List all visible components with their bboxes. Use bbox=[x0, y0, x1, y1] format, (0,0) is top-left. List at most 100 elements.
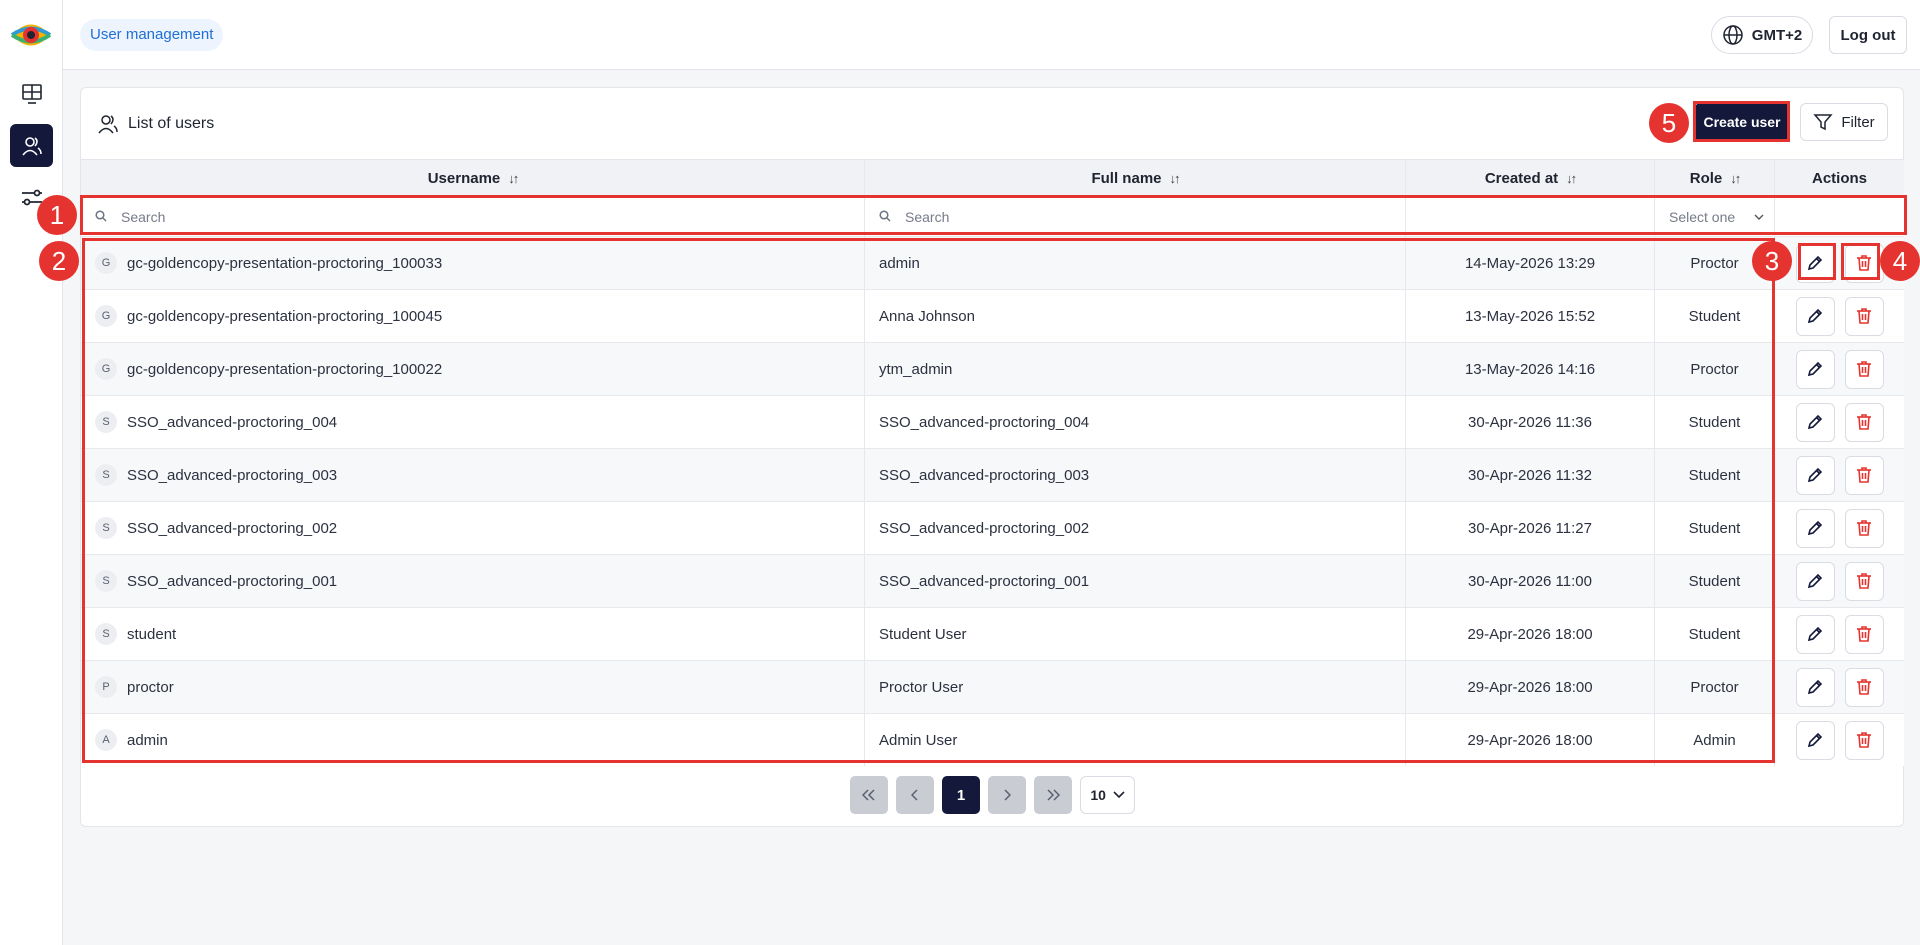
first-page-button[interactable] bbox=[850, 776, 888, 814]
top-bar: User management GMT+2 Log out bbox=[63, 0, 1920, 70]
edit-button[interactable] bbox=[1795, 720, 1835, 760]
create-user-button[interactable]: Create user bbox=[1695, 103, 1789, 141]
username-text: SSO_advanced-proctoring_001 bbox=[127, 572, 338, 590]
username-cell: Ggc-goldencopy-presentation-proctoring_1… bbox=[81, 290, 865, 342]
delete-button[interactable] bbox=[1844, 720, 1884, 760]
column-role[interactable]: Role ↓↑ bbox=[1655, 160, 1775, 196]
username-search-input[interactable]: Search bbox=[81, 197, 865, 236]
table-row: Aadmin Admin User 29-Apr-2026 18:00 Admin bbox=[81, 713, 1904, 766]
full-name-cell: SSO_advanced-proctoring_004 bbox=[865, 396, 1406, 448]
avatar: S bbox=[95, 517, 117, 539]
role-select[interactable]: Select one bbox=[1655, 197, 1775, 236]
delete-button[interactable] bbox=[1844, 561, 1884, 601]
role-select-placeholder: Select one bbox=[1669, 208, 1736, 225]
created-at-cell: 30-Apr-2026 11:27 bbox=[1406, 502, 1655, 554]
username-text: SSO_advanced-proctoring_004 bbox=[127, 413, 338, 431]
trash-icon bbox=[1855, 519, 1873, 537]
edit-button[interactable] bbox=[1795, 614, 1835, 654]
edit-button[interactable] bbox=[1795, 349, 1835, 389]
pencil-icon bbox=[1806, 572, 1824, 590]
actions-cell bbox=[1775, 449, 1904, 501]
current-page-button[interactable]: 1 bbox=[942, 776, 980, 814]
trash-icon bbox=[1855, 360, 1873, 378]
edit-button[interactable] bbox=[1795, 243, 1835, 283]
sidebar-item-monitoring[interactable] bbox=[10, 72, 53, 115]
timezone-button[interactable]: GMT+2 bbox=[1711, 16, 1813, 54]
full-name-cell: Anna Johnson bbox=[865, 290, 1406, 342]
role-cell: Student bbox=[1655, 290, 1775, 342]
edit-button[interactable] bbox=[1795, 561, 1835, 601]
users-icon bbox=[21, 136, 42, 156]
delete-button[interactable] bbox=[1844, 614, 1884, 654]
column-created-at[interactable]: Created at ↓↑ bbox=[1406, 160, 1655, 196]
pencil-icon bbox=[1806, 307, 1824, 325]
pencil-icon bbox=[1806, 466, 1824, 484]
role-cell: Student bbox=[1655, 555, 1775, 607]
avatar: G bbox=[95, 305, 117, 327]
created-at-cell: 29-Apr-2026 18:00 bbox=[1406, 608, 1655, 660]
delete-button[interactable] bbox=[1844, 402, 1884, 442]
delete-button[interactable] bbox=[1844, 508, 1884, 548]
trash-icon bbox=[1855, 413, 1873, 431]
delete-button[interactable] bbox=[1844, 667, 1884, 707]
username-cell: Aadmin bbox=[81, 714, 865, 766]
full-name-cell: admin bbox=[865, 237, 1406, 289]
trash-icon bbox=[1855, 678, 1873, 696]
created-at-cell: 13-May-2026 14:16 bbox=[1406, 343, 1655, 395]
username-cell: Ggc-goldencopy-presentation-proctoring_1… bbox=[81, 343, 865, 395]
pencil-icon bbox=[1806, 360, 1824, 378]
pencil-icon bbox=[1806, 519, 1824, 537]
username-text: SSO_advanced-proctoring_003 bbox=[127, 466, 338, 484]
table-row: S SSO_advanced-proctoring_001 SSO_advanced… bbox=[81, 554, 1904, 607]
edit-button[interactable] bbox=[1795, 402, 1835, 442]
edit-button[interactable] bbox=[1795, 508, 1835, 548]
full-name-search-input[interactable]: Search bbox=[865, 197, 1406, 236]
full-name-cell: SSO_advanced-proctoring_003 bbox=[865, 449, 1406, 501]
column-username[interactable]: Username ↓↑ bbox=[81, 160, 865, 196]
username-cell: S SSO_advanced-proctoring_001 bbox=[81, 555, 865, 607]
table-row: Sstudent Student User 29-Apr-2026 18:00 Stu… bbox=[81, 607, 1904, 660]
filter-label: Filter bbox=[1841, 113, 1875, 131]
actions-filter bbox=[1775, 197, 1904, 236]
trash-icon bbox=[1855, 731, 1873, 749]
avatar: G bbox=[95, 252, 117, 274]
column-full-name[interactable]: Full name ↓↑ bbox=[865, 160, 1406, 196]
sort-icon[interactable]: ↓↑ bbox=[1566, 171, 1577, 186]
globe-icon bbox=[1723, 25, 1743, 45]
pencil-icon bbox=[1806, 254, 1824, 272]
delete-button[interactable] bbox=[1844, 349, 1884, 389]
delete-button[interactable] bbox=[1844, 296, 1884, 336]
table-header: Username ↓↑ Full name ↓↑ Created at ↓↑ Role… bbox=[81, 159, 1904, 196]
sidebar-item-users[interactable] bbox=[10, 124, 53, 167]
edit-button[interactable] bbox=[1795, 296, 1835, 336]
sort-icon[interactable]: ↓↑ bbox=[1170, 171, 1181, 186]
funnel-icon bbox=[1813, 114, 1833, 131]
filter-button[interactable]: Filter bbox=[1800, 103, 1888, 141]
page-size-value: 10 bbox=[1090, 787, 1106, 803]
pencil-icon bbox=[1806, 413, 1824, 431]
last-page-button[interactable] bbox=[1034, 776, 1072, 814]
users-icon bbox=[98, 115, 118, 134]
next-page-button[interactable] bbox=[988, 776, 1026, 814]
actions-cell bbox=[1775, 290, 1904, 342]
delete-button[interactable] bbox=[1844, 455, 1884, 495]
timezone-label: GMT+2 bbox=[1751, 26, 1803, 44]
breadcrumb[interactable]: User management bbox=[80, 19, 224, 51]
username-cell: S SSO_advanced-proctoring_004 bbox=[81, 396, 865, 448]
prev-page-button[interactable] bbox=[896, 776, 934, 814]
page-size-select[interactable]: 10 bbox=[1080, 776, 1135, 814]
table-row: S SSO_advanced-proctoring_002 SSO_advanced… bbox=[81, 501, 1904, 554]
actions-cell bbox=[1775, 608, 1904, 660]
chevron-down-icon bbox=[1113, 791, 1125, 799]
search-placeholder: Search bbox=[905, 208, 950, 225]
delete-button[interactable] bbox=[1844, 243, 1884, 283]
sort-icon[interactable]: ↓↑ bbox=[508, 171, 519, 186]
role-cell: Admin bbox=[1655, 714, 1775, 766]
actions-cell bbox=[1775, 555, 1904, 607]
sort-icon[interactable]: ↓↑ bbox=[1730, 171, 1741, 186]
edit-button[interactable] bbox=[1795, 667, 1835, 707]
trash-icon bbox=[1855, 572, 1873, 590]
logout-button[interactable]: Log out bbox=[1829, 16, 1907, 54]
app-logo[interactable] bbox=[10, 18, 52, 52]
edit-button[interactable] bbox=[1795, 455, 1835, 495]
